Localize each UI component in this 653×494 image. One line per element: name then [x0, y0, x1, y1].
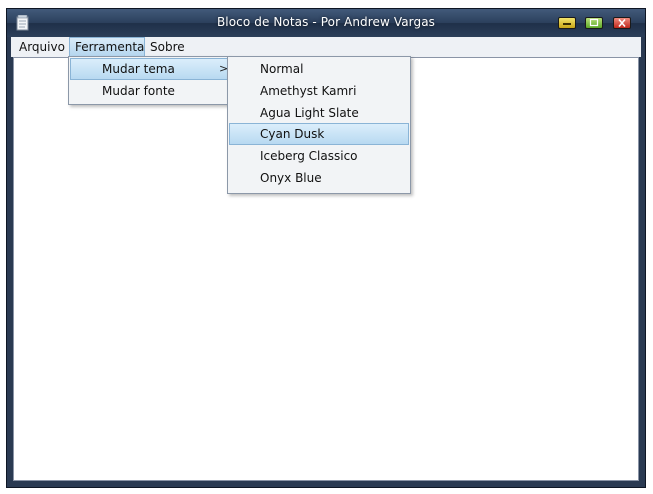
minimize-button[interactable] — [558, 17, 576, 29]
menu-sobre[interactable]: Sobre — [145, 37, 190, 57]
menu-item-label: Mudar tema — [102, 62, 175, 76]
maximize-icon — [589, 18, 599, 27]
maximize-button[interactable] — [585, 17, 603, 29]
theme-option-iceberg-classico[interactable]: Iceberg Classico — [229, 145, 409, 167]
menu-arquivo[interactable]: Arquivo — [14, 37, 70, 57]
ferramenta-dropdown: Mudar tema > Mudar fonte — [68, 56, 230, 105]
theme-option-onyx-blue[interactable]: Onyx Blue — [229, 167, 409, 189]
menu-item-mudar-fonte[interactable]: Mudar fonte — [70, 80, 228, 102]
title-bar[interactable]: Bloco de Notas - Por Andrew Vargas — [7, 9, 645, 37]
theme-option-cyan-dusk[interactable]: Cyan Dusk — [229, 123, 409, 145]
menu-ferramenta[interactable]: Ferramenta — [69, 37, 145, 57]
menu-item-mudar-tema[interactable]: Mudar tema > — [70, 58, 228, 80]
theme-option-agua-light-slate[interactable]: Agua Light Slate — [229, 102, 409, 124]
close-icon — [618, 18, 626, 28]
tema-submenu: Normal Amethyst Kamri Agua Light Slate C… — [227, 56, 411, 194]
window-title: Bloco de Notas - Por Andrew Vargas — [216, 15, 436, 29]
theme-option-normal[interactable]: Normal — [229, 58, 409, 80]
theme-option-amethyst-kamri[interactable]: Amethyst Kamri — [229, 80, 409, 102]
minimize-icon — [563, 23, 571, 25]
menu-bar: Arquivo Ferramenta Sobre — [11, 37, 641, 57]
close-button[interactable] — [613, 17, 631, 29]
